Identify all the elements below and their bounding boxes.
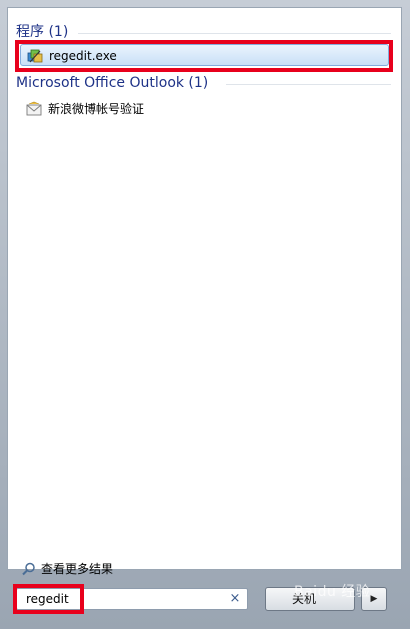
- group-header-programs: 程序 (1): [16, 24, 69, 40]
- result-item-regedit[interactable]: regedit.exe: [20, 44, 389, 66]
- search-input[interactable]: regedit ×: [16, 588, 248, 610]
- group-divider: [226, 84, 391, 85]
- start-menu-frame: 程序 (1) regedit.exe Microsoft Office Outl…: [0, 0, 410, 629]
- regedit-icon: [27, 49, 43, 63]
- search-input-value: regedit: [26, 592, 69, 606]
- clear-search-icon[interactable]: ×: [228, 591, 242, 607]
- see-more-results-label: 查看更多结果: [41, 562, 114, 576]
- result-item-outlook-message[interactable]: 新浪微博帐号验证: [20, 98, 389, 120]
- group-divider: [78, 33, 391, 34]
- group-header-outlook: Microsoft Office Outlook (1): [16, 75, 209, 91]
- watermark: Baidu 经验: [294, 584, 371, 600]
- mail-icon: [26, 101, 42, 116]
- search-icon: [22, 562, 35, 576]
- search-results-panel: 程序 (1) regedit.exe Microsoft Office Outl…: [7, 7, 402, 576]
- result-label-outlook-message: 新浪微博帐号验证: [48, 102, 145, 116]
- result-label-regedit: regedit.exe: [49, 49, 117, 63]
